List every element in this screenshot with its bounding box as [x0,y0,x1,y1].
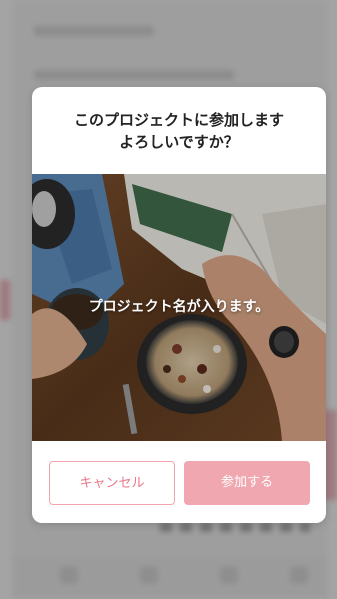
project-cover-image: プロジェクト名が入ります。 [32,174,326,441]
dialog-title: このプロジェクトに参加します よろしいですか？ [73,111,284,151]
cancel-button[interactable]: キャンセル [49,461,175,505]
project-name-label: プロジェクト名が入ります。 [88,299,270,315]
join-project-dialog: このプロジェクトに参加します よろしいですか？ プロジェクト名が入ります。 キャ… [32,87,326,523]
app-screen: このプロジェクトに参加します よろしいですか？ プロジェクト名が入ります。 キャ… [0,0,337,599]
join-button[interactable]: 参加する [184,461,310,505]
